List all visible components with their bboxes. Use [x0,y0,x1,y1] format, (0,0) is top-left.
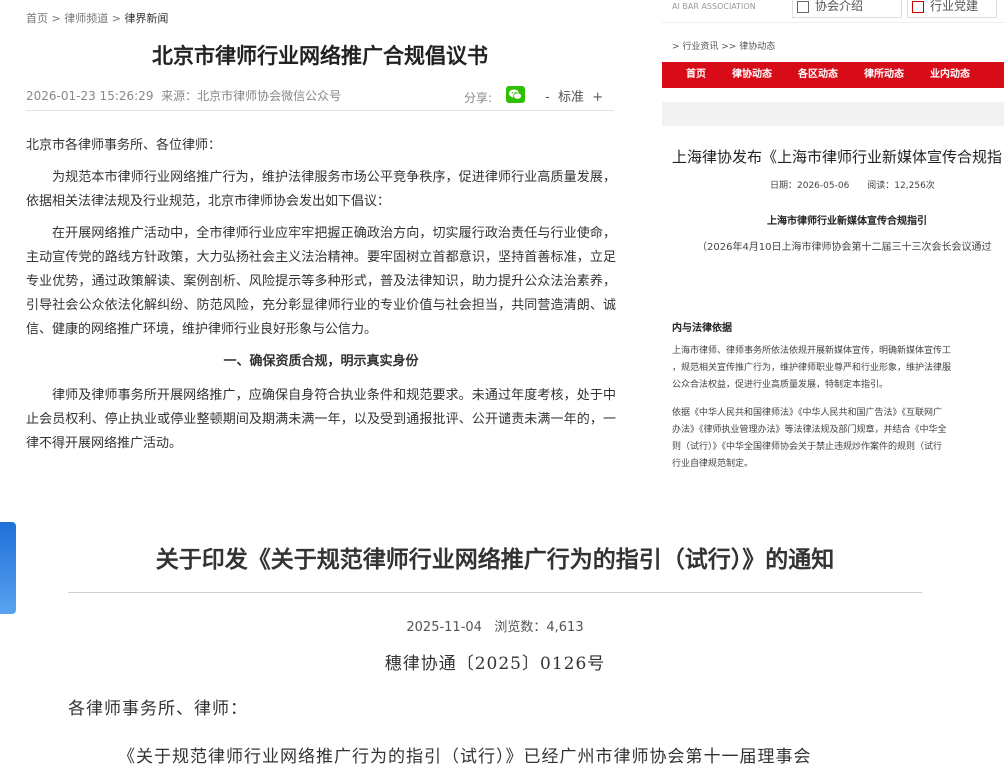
button-label: 协会介绍 [815,0,864,13]
wechat-share-icon[interactable] [506,86,525,103]
breadcrumb[interactable]: > 行业资讯 >> 律协动态 [672,39,775,52]
article-datetime: 2026-01-23 15:26:29 [26,89,154,103]
document-subtitle: （2026年4月10日上海市律师协会第十二届三十三次会长会议通过 [697,242,992,253]
salutation: 北京市各律师事务所、各位律师： [26,138,222,153]
notice-meta: 2025-11-04 浏览数：4,613 [0,616,990,635]
article-source: 来源：北京市律师协会微信公众号 [161,89,342,103]
paragraph-line: 上海市律师、律师事务所依法依规开展新媒体宣传，明确新媒体宣传工 [672,346,952,356]
about-association-button[interactable]: 协会介绍 [792,0,902,18]
notice-date: 2025-11-04 [406,620,482,635]
paragraph-line: 公众合法权益，促进行业高质量发展，特制定本指引。 [672,380,889,390]
button-label: 行业党建 [930,0,979,13]
article-meta: 日期：2026-05-06 阅读：12,256次 [770,181,935,191]
paragraph-line: 办法》《律师执业管理办法》等法律法规及部门规章，并结合《中华全 [672,425,947,435]
flag-icon [912,0,924,13]
section-heading: 一、确保资质合规，明示真实身份 [223,354,419,369]
article-body: 北京市各律师事务所、各位律师： 为规范本市律师行业网络推广行为，维护法律服务市场… [26,134,616,464]
breadcrumb-separator: > [111,12,121,25]
beijing-article-panel: 首页 > 律师频道 > 律界新闻 北京市律师行业网络推广合规倡议书 2026-0… [0,0,640,510]
association-logo-text: AI BAR ASSOCIATION [672,2,756,11]
divider [68,592,922,593]
breadcrumb-current[interactable]: 律界新闻 [124,12,168,25]
article-meta: 2026-01-23 15:26:29 来源：北京市律师协会微信公众号 [26,87,341,104]
notice-title: 关于印发《关于规范律师行业网络推广行为的指引（试行）》的通知 [155,547,835,573]
views-count: 4,613 [546,620,584,635]
font-decrease-button[interactable]: - [545,90,550,105]
font-size-control: - 标准 + [545,86,603,105]
document-number: 穗律协通〔2025〕0126号 [384,654,606,674]
breadcrumb: 首页 > 律师频道 > 律界新闻 [26,10,168,26]
article-title: 上海律协发布《上海市律师行业新媒体宣传合规指 [672,148,1003,166]
font-size-label: 标准 [557,90,584,105]
views-label: 浏览数： [494,620,547,635]
paragraph-line: 行业自律规范制定。 [672,459,754,469]
article-title: 北京市律师行业网络推广合规倡议书 [152,44,488,68]
main-nav: 首页 律协动态 各区动态 律所动态 业内动态 [662,62,1004,88]
paragraph: 律师及律师事务所开展网络推广，应确保自身符合执业条件和规范要求。未通过年度考核，… [26,388,616,451]
side-float-tab[interactable] [0,522,16,614]
paragraph-first-line: 《关于规范律师行业网络推广行为的指引（试行）》已经广州市律师协会第十一届理事会 [118,747,812,767]
divider [26,110,614,111]
gray-band [662,102,1004,126]
nav-item-district-news[interactable]: 各区动态 [785,62,851,88]
nav-item-association-news[interactable]: 律协动态 [719,62,785,88]
paragraph: 为规范本市律师行业网络推广行为，维护法律服务市场公平竞争秩序，促进律师行业高质量… [26,170,616,209]
shanghai-article-panel: AI BAR ASSOCIATION 协会介绍 行业党建 > 行业资讯 >> 律… [662,0,1004,510]
share-label: 分享: [464,91,493,105]
guangzhou-notice-panel: 关于印发《关于规范律师行业网络推广行为的指引（试行）》的通知 2025-11-0… [0,516,1004,767]
font-increase-button[interactable]: + [592,90,603,105]
nav-item-industry-news[interactable]: 业内动态 [917,62,983,88]
breadcrumb-home-link[interactable]: 首页 [26,12,48,25]
nav-item-firm-news[interactable]: 律所动态 [851,62,917,88]
paragraph-line: 依据《中华人民共和国律师法》《中华人民共和国广告法》《互联网广 [672,408,943,418]
paragraph-line: 则（试行）》《中华全国律师协会关于禁止违规炒作案件的规则（试行 [672,442,943,452]
section-heading: 内与法律依据 [672,323,732,334]
breadcrumb-channel-link[interactable]: 律师频道 [64,12,108,25]
breadcrumb-separator: > [51,12,61,25]
paragraph: 在开展网络推广活动中，全市律师行业应牢牢把握正确政治方向，切实履行政治责任与行业… [26,226,616,337]
nav-item-home[interactable]: 首页 [662,62,719,88]
addressee: 各律师事务所、律师： [68,699,248,719]
document-icon [797,0,809,13]
party-building-button[interactable]: 行业党建 [907,0,997,18]
paragraph-line: ，规范相关宣传推广行为，维护律师职业尊严和行业形象，维护法律服 [672,363,952,373]
document-title: 上海市律师行业新媒体宣传合规指引 [767,216,927,227]
